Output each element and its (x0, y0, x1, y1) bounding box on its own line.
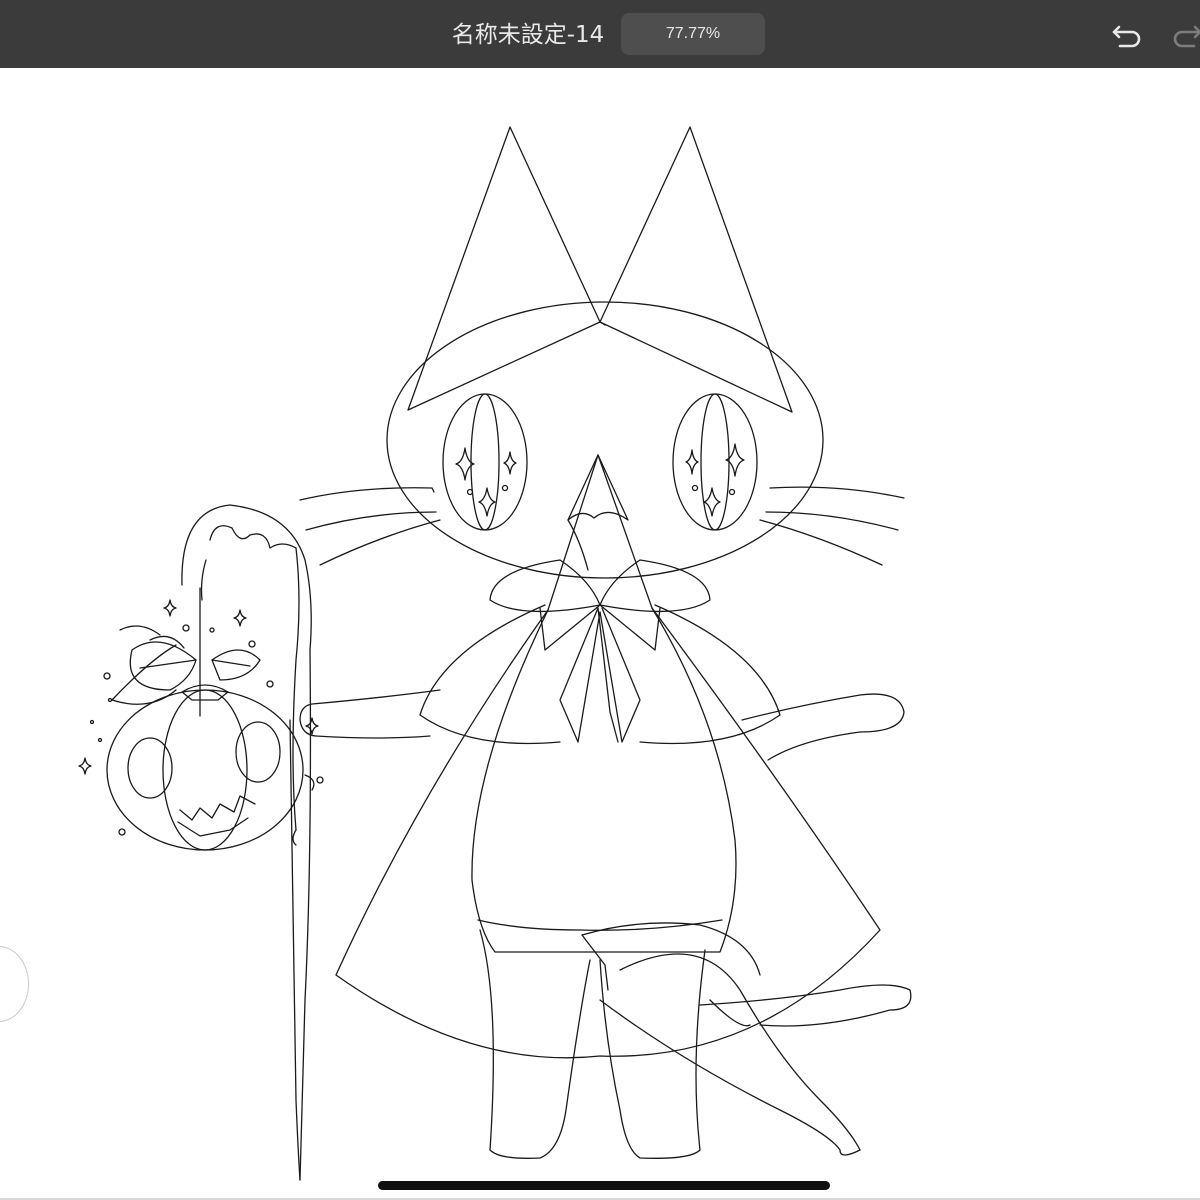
top-toolbar: 名称未設定-14 77.77% (0, 0, 1200, 68)
cat-body (471, 607, 737, 1159)
cat-head (386, 301, 824, 579)
home-indicator[interactable] (378, 1181, 830, 1190)
drawing-canvas[interactable] (0, 68, 1200, 1200)
cat-whiskers (299, 486, 905, 566)
zoom-level-indicator[interactable]: 77.77% (621, 13, 765, 55)
undo-icon[interactable] (1110, 18, 1144, 52)
cat-right-arm (741, 693, 905, 761)
drawing-app: 名称未設定-14 77.77% (0, 0, 1200, 1200)
cat-left-arm (299, 689, 441, 739)
cat-ears (407, 126, 793, 413)
cat-tail (581, 922, 912, 1156)
cat-bow (489, 559, 711, 743)
document-title[interactable]: 名称未設定-14 (440, 18, 616, 52)
redo-icon[interactable] (1170, 18, 1200, 52)
line-art-drawing (78, 126, 912, 1181)
cat-nose (547, 454, 653, 611)
jack-o-lantern (106, 587, 304, 851)
sparkles (78, 599, 324, 836)
